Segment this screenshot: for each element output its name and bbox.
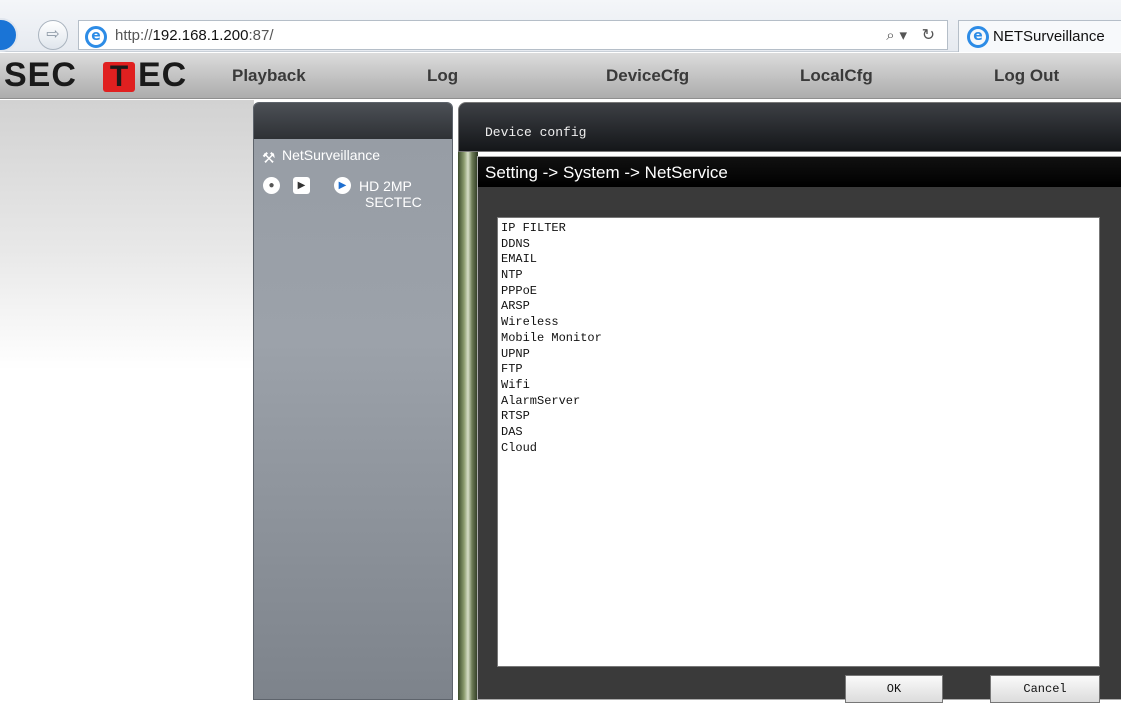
browser-tab[interactable]: e NETSurveillance xyxy=(958,20,1121,52)
arrow-right-icon: ⇨ xyxy=(46,26,60,43)
browser-toolbar: ⇨ e http://192.168.1.200:87/ ⌕ ▾ ↻ e NET… xyxy=(0,0,1121,52)
ok-button[interactable]: OK xyxy=(845,675,943,703)
camera-name-line2[interactable]: SECTEC xyxy=(365,194,422,210)
list-item-email[interactable]: EMAIL xyxy=(501,252,1096,268)
logo-text-right: EC xyxy=(138,56,188,94)
list-item-mobile-monitor[interactable]: Mobile Monitor xyxy=(501,331,1096,347)
device-list-panel: ⚒ NetSurveillance ● ▶ ▶ HD 2MP SECTEC xyxy=(253,102,453,700)
nav-log[interactable]: Log xyxy=(427,66,458,86)
play-circle-icon: ▶ xyxy=(338,180,347,191)
logo-red-t: T xyxy=(103,62,135,92)
sectec-logo: SEC T EC xyxy=(0,54,200,98)
stream-button[interactable]: ▶ xyxy=(334,177,351,194)
url-text[interactable]: http://192.168.1.200:87/ xyxy=(115,27,274,44)
url-host: 192.168.1.200 xyxy=(152,27,249,44)
tab-ie-icon: e xyxy=(967,26,989,48)
list-item-wifi[interactable]: Wifi xyxy=(501,378,1096,394)
forward-button[interactable]: ⇨ xyxy=(38,20,68,50)
netservice-breadcrumb: Setting -> System -> NetService xyxy=(485,163,728,182)
cancel-button[interactable]: Cancel xyxy=(990,675,1100,703)
address-bar[interactable]: e http://192.168.1.200:87/ ⌕ ▾ ↻ xyxy=(78,20,948,50)
camera-name-line1[interactable]: HD 2MP xyxy=(359,178,412,194)
device-panel-header xyxy=(254,103,452,139)
netservice-dialog-header: Setting -> System -> NetService xyxy=(478,157,1121,187)
wrench-icon[interactable]: ⚒ xyxy=(262,149,275,167)
nav-playback[interactable]: Playback xyxy=(232,66,306,86)
list-item-alarmserver[interactable]: AlarmServer xyxy=(501,394,1096,410)
nav-localcfg[interactable]: LocalCfg xyxy=(800,66,873,86)
nav-devicecfg[interactable]: DeviceCfg xyxy=(606,66,689,86)
video-preview-strip xyxy=(458,140,478,700)
play-button[interactable]: ▶ xyxy=(293,177,310,194)
back-button[interactable] xyxy=(0,18,18,52)
list-item-arsp[interactable]: ARSP xyxy=(501,299,1096,315)
play-icon: ▶ xyxy=(297,180,306,191)
tab-title: NETSurveillance xyxy=(993,28,1105,45)
list-item-pppoe[interactable]: PPPoE xyxy=(501,284,1096,300)
list-item-ddns[interactable]: DDNS xyxy=(501,237,1096,253)
service-list[interactable]: IP FILTER DDNS EMAIL NTP PPPoE ARSP Wire… xyxy=(497,217,1100,667)
list-item-ntp[interactable]: NTP xyxy=(501,268,1096,284)
list-item-wireless[interactable]: Wireless xyxy=(501,315,1096,331)
search-dropdown-icon[interactable]: ⌕ ▾ xyxy=(886,26,907,44)
nav-logout[interactable]: Log Out xyxy=(994,66,1059,86)
list-item-ip-filter[interactable]: IP FILTER xyxy=(501,221,1096,237)
list-item-upnp[interactable]: UPNP xyxy=(501,347,1096,363)
list-item-das[interactable]: DAS xyxy=(501,425,1096,441)
left-background xyxy=(0,100,254,700)
url-prefix: http:// xyxy=(115,27,153,44)
app-navbar: SEC T EC Playback Log DeviceCfg LocalCfg… xyxy=(0,53,1121,99)
record-button[interactable]: ● xyxy=(263,177,280,194)
device-name[interactable]: NetSurveillance xyxy=(282,147,380,163)
list-item-rtsp[interactable]: RTSP xyxy=(501,409,1096,425)
list-item-ftp[interactable]: FTP xyxy=(501,362,1096,378)
ie-browser-icon: e xyxy=(85,26,107,48)
list-item-cloud[interactable]: Cloud xyxy=(501,441,1096,457)
stop-circle-icon: ● xyxy=(268,180,275,191)
url-suffix: :87/ xyxy=(248,27,274,44)
refresh-icon[interactable]: ↻ xyxy=(922,25,935,44)
device-config-title: Device config xyxy=(485,125,587,140)
logo-text-left: SEC xyxy=(4,56,77,94)
device-config-dialog: Device config xyxy=(458,102,1121,152)
